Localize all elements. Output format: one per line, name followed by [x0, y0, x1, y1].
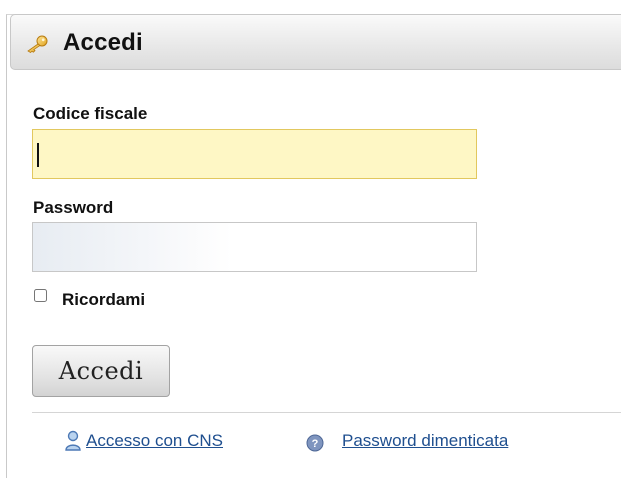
user-icon [65, 430, 81, 451]
text-caret [37, 143, 39, 167]
codice-fiscale-input[interactable] [32, 129, 477, 179]
login-button[interactable]: Accedi [32, 345, 170, 397]
panel-title: Accedi [63, 29, 143, 56]
remember-checkbox[interactable] [34, 289, 47, 302]
cns-login-link[interactable]: Accesso con CNS [86, 431, 223, 451]
codice-fiscale-label: Codice fiscale [33, 104, 148, 123]
login-page: Accedi Codice fiscale Password Ricordami… [0, 0, 621, 478]
remember-label[interactable]: Ricordami [62, 290, 145, 310]
divider [32, 412, 621, 413]
panel-header: Accedi [10, 14, 621, 70]
svg-text:?: ? [312, 438, 319, 450]
help-icon: ? [306, 434, 324, 452]
password-label: Password [33, 198, 114, 217]
password-input[interactable] [32, 222, 477, 272]
key-icon [27, 35, 48, 53]
forgot-password-link[interactable]: Password dimenticata [342, 431, 508, 451]
